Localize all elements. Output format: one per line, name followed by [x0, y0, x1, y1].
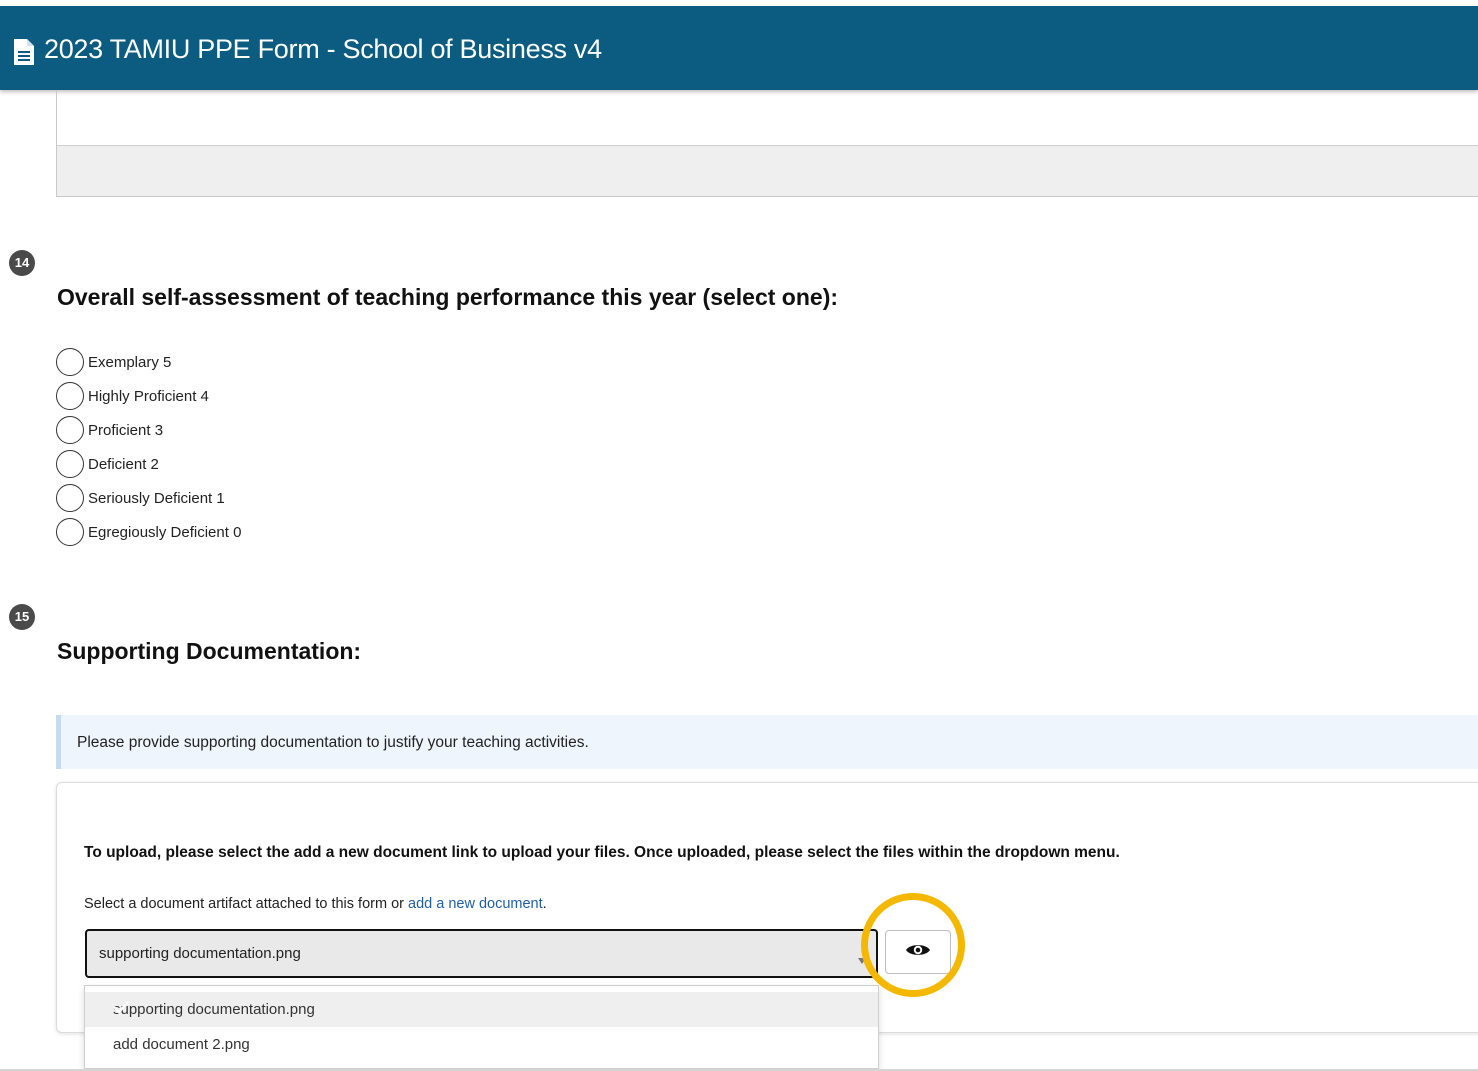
- chevron-down-icon: [858, 951, 866, 969]
- dropdown-option-label: add document 2.png: [113, 1036, 250, 1053]
- radio-label: Exemplary 5: [88, 353, 172, 371]
- radio-option-proficient[interactable]: Proficient 3: [56, 414, 163, 446]
- question-number-badge: 14: [9, 250, 35, 276]
- document-dropdown-menu: supporting documentation.png add documen…: [84, 985, 879, 1069]
- radio-option-deficient[interactable]: Deficient 2: [56, 448, 159, 480]
- add-new-document-link[interactable]: add a new document: [408, 896, 543, 912]
- question-number-badge: 15: [9, 604, 35, 630]
- upload-instructions: To upload, please select the add a new d…: [84, 844, 1120, 861]
- document-select-value: supporting documentation.png: [99, 945, 301, 962]
- document-icon: [12, 38, 36, 71]
- radio-label: Egregiously Deficient 0: [88, 523, 242, 541]
- dropdown-option[interactable]: supporting documentation.png: [85, 992, 878, 1027]
- document-select[interactable]: supporting documentation.png: [85, 929, 878, 978]
- select-document-label: Select a document artifact attached to t…: [84, 896, 547, 912]
- radio-label: Proficient 3: [88, 421, 164, 439]
- radio-label: Highly Proficient 4: [88, 387, 209, 405]
- radio-button[interactable]: [56, 348, 84, 376]
- previous-question-footer: [57, 145, 1478, 196]
- select-label-period: .: [542, 896, 547, 912]
- radio-button[interactable]: [56, 382, 84, 410]
- radio-label: Deficient 2: [88, 455, 159, 473]
- preview-document-button[interactable]: [885, 930, 951, 974]
- radio-label: Seriously Deficient 1: [88, 489, 225, 507]
- previous-question-box: [56, 90, 1478, 197]
- radio-option-egregiously-deficient[interactable]: Egregiously Deficient 0: [56, 516, 241, 548]
- radio-button[interactable]: [56, 450, 84, 478]
- radio-option-highly-proficient[interactable]: Highly Proficient 4: [56, 380, 209, 412]
- app-header: 2023 TAMIU PPE Form - School of Business…: [0, 6, 1478, 90]
- radio-option-seriously-deficient[interactable]: Seriously Deficient 1: [56, 482, 225, 514]
- info-callout: Please provide supporting documentation …: [56, 715, 1478, 769]
- radio-button[interactable]: [56, 484, 84, 512]
- radio-button[interactable]: [56, 416, 84, 444]
- checkmark-icon: [113, 1000, 856, 1018]
- question-title: Supporting Documentation:: [57, 638, 362, 664]
- select-label-text: Select a document artifact attached to t…: [84, 896, 408, 912]
- eye-icon: [905, 942, 931, 963]
- radio-button[interactable]: [56, 518, 84, 546]
- form-title: 2023 TAMIU PPE Form - School of Business…: [44, 34, 602, 64]
- radio-option-exemplary[interactable]: Exemplary 5: [56, 346, 171, 378]
- info-text: Please provide supporting documentation …: [77, 734, 589, 751]
- question-title: Overall self-assessment of teaching perf…: [57, 284, 839, 310]
- dropdown-option[interactable]: add document 2.png: [85, 1027, 878, 1062]
